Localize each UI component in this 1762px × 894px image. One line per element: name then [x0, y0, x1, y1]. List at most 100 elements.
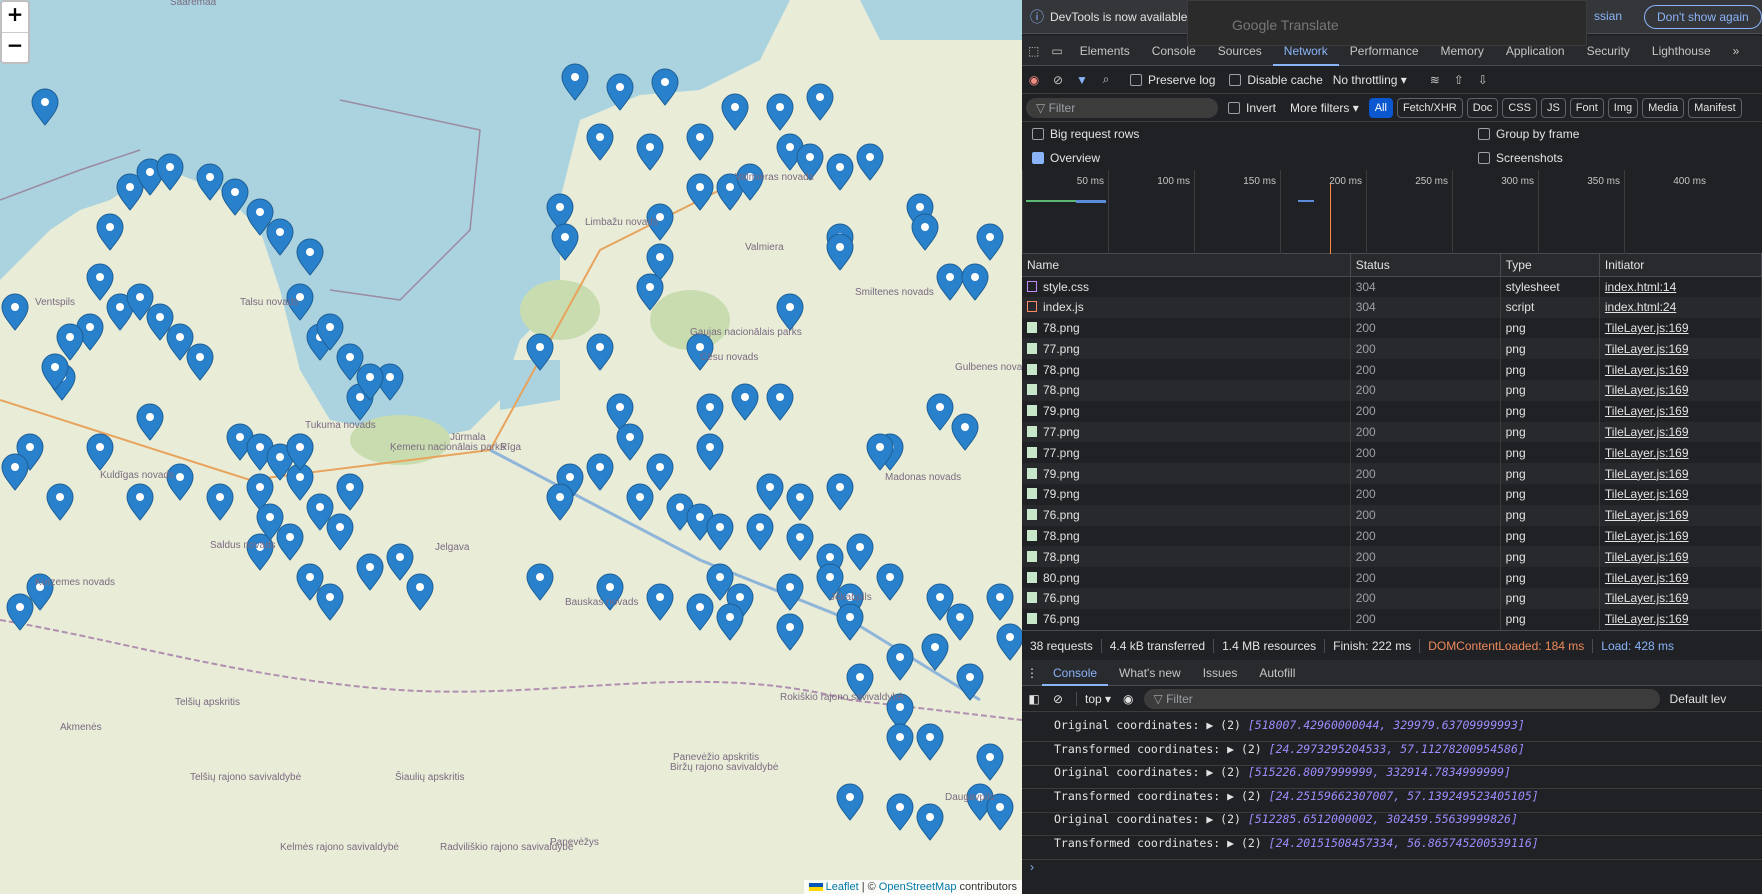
map-marker-icon[interactable] [196, 163, 224, 201]
console-log-entry[interactable]: Transformed coordinates: ▶ (2) [24.25159… [1022, 789, 1762, 813]
map-marker-icon[interactable] [886, 793, 914, 831]
map-marker-icon[interactable] [651, 68, 679, 106]
map-marker-icon[interactable] [786, 523, 814, 561]
request-name[interactable]: 80.png [1022, 567, 1351, 588]
drawer-tab-autofill[interactable]: Autofill [1248, 660, 1306, 686]
map-marker-icon[interactable] [1, 293, 29, 331]
map-marker-icon[interactable] [276, 523, 304, 561]
table-row[interactable]: index.js 304 script index.html:24 [1022, 296, 1762, 318]
map-marker-icon[interactable] [806, 83, 834, 121]
map-marker-icon[interactable] [946, 603, 974, 641]
table-row[interactable]: 76.png 200 png TileLayer.js:169 [1022, 608, 1762, 630]
request-initiator[interactable]: TileLayer.js:169 [1599, 400, 1762, 422]
table-row[interactable]: 79.png 200 png TileLayer.js:169 [1022, 483, 1762, 505]
request-initiator[interactable]: index.html:24 [1599, 296, 1762, 318]
map-marker-icon[interactable] [686, 593, 714, 631]
log-array-value[interactable]: [24.25159662307007, 57.139249523405105] [1269, 789, 1539, 803]
type-filter-css[interactable]: CSS [1502, 97, 1537, 118]
map-marker-icon[interactable] [616, 423, 644, 461]
request-name[interactable]: 76.png [1022, 504, 1351, 526]
more-filters-dropdown[interactable]: More filters ▾ [1290, 101, 1359, 115]
type-filter-manifest[interactable]: Manifest [1688, 97, 1742, 118]
map-marker-icon[interactable] [46, 483, 74, 521]
initiator-link[interactable]: TileLayer.js:169 [1605, 383, 1689, 397]
map-marker-icon[interactable] [986, 583, 1014, 621]
map-marker-icon[interactable] [911, 213, 939, 251]
map-marker-icon[interactable] [936, 263, 964, 301]
map-marker-icon[interactable] [961, 263, 989, 301]
table-row[interactable]: 80.png 200 png TileLayer.js:169 [1022, 567, 1762, 588]
table-row[interactable]: 78.png 200 png TileLayer.js:169 [1022, 525, 1762, 547]
clear-icon[interactable]: ⊘ [1046, 73, 1070, 87]
request-initiator[interactable]: TileLayer.js:169 [1599, 567, 1762, 588]
request-name[interactable]: 78.png [1022, 379, 1351, 401]
table-row[interactable]: 77.png 200 png TileLayer.js:169 [1022, 338, 1762, 360]
map-marker-icon[interactable] [951, 413, 979, 451]
console-log-entry[interactable]: Transformed coordinates: ▶ (2) [24.29732… [1022, 742, 1762, 766]
console-filter-input[interactable]: ▽ Filter [1143, 688, 1660, 709]
table-row[interactable]: 77.png 200 png TileLayer.js:169 [1022, 421, 1762, 443]
map-marker-icon[interactable] [856, 143, 884, 181]
console-log-entry[interactable]: Transformed coordinates: ▶ (2) [24.20151… [1022, 836, 1762, 860]
type-filter-img[interactable]: Img [1607, 97, 1639, 118]
map-marker-icon[interactable] [976, 743, 1004, 781]
map-marker-icon[interactable] [826, 233, 854, 271]
map-marker-icon[interactable] [846, 533, 874, 571]
map-marker-icon[interactable] [186, 343, 214, 381]
map-marker-icon[interactable] [731, 383, 759, 421]
map-marker-icon[interactable] [776, 573, 804, 611]
throttling-select[interactable]: No throttling ▾ [1333, 73, 1407, 87]
request-name[interactable]: 79.png [1022, 483, 1351, 505]
overview-checkbox[interactable]: Overview [1032, 151, 1478, 165]
log-array-value[interactable]: [512285.6512000002, 302459.55639999826] [1248, 812, 1518, 826]
table-row[interactable]: 78.png 200 png TileLayer.js:169 [1022, 379, 1762, 401]
log-levels-dropdown[interactable]: Default lev [1670, 692, 1727, 706]
initiator-link[interactable]: TileLayer.js:169 [1605, 550, 1689, 564]
map-marker-icon[interactable] [316, 583, 344, 621]
map-marker-icon[interactable] [646, 453, 674, 491]
map-marker-icon[interactable] [916, 723, 944, 761]
map-marker-icon[interactable] [586, 123, 614, 161]
map-marker-icon[interactable] [1, 453, 29, 491]
map-marker-icon[interactable] [706, 513, 734, 551]
initiator-link[interactable]: index.html:14 [1605, 280, 1676, 294]
map-marker-icon[interactable] [86, 263, 114, 301]
request-name[interactable]: 78.png [1022, 546, 1351, 568]
map-view[interactable]: Saaremaa Ventspils Talsu novads Kuldīgas no… [0, 0, 1022, 894]
google-translate-popup[interactable]: Google Translate [1187, 0, 1587, 46]
clear-console-icon[interactable]: ⊘ [1046, 692, 1070, 706]
leaflet-link[interactable]: Leaflet [826, 881, 859, 893]
log-array-value[interactable]: [515226.8097999999, 332914.7834999999] [1248, 765, 1511, 779]
table-row[interactable]: 78.png 200 png TileLayer.js:169 [1022, 546, 1762, 568]
map-marker-icon[interactable] [636, 133, 664, 171]
tab-elements[interactable]: Elements [1069, 36, 1141, 66]
more-tabs-icon[interactable]: » [1722, 36, 1751, 66]
map-marker-icon[interactable] [86, 433, 114, 471]
log-array-value[interactable]: [24.20151508457334, 56.865745200539116] [1269, 836, 1539, 850]
request-name[interactable]: 78.png [1022, 525, 1351, 547]
request-name[interactable]: 78.png [1022, 359, 1351, 380]
initiator-link[interactable]: TileLayer.js:169 [1605, 342, 1689, 356]
request-initiator[interactable]: TileLayer.js:169 [1599, 379, 1762, 401]
dont-show-again-button[interactable]: Don't show again [1644, 5, 1762, 29]
table-row[interactable]: 79.png 200 png TileLayer.js:169 [1022, 400, 1762, 422]
request-name[interactable]: 79.png [1022, 463, 1351, 484]
map-marker-icon[interactable] [776, 293, 804, 331]
type-filter-doc[interactable]: Doc [1466, 97, 1499, 118]
initiator-link[interactable]: TileLayer.js:169 [1605, 321, 1689, 335]
table-row[interactable]: 79.png 200 png TileLayer.js:169 [1022, 463, 1762, 484]
table-row[interactable]: 78.png 200 png TileLayer.js:169 [1022, 359, 1762, 380]
request-initiator[interactable]: TileLayer.js:169 [1599, 463, 1762, 484]
map-marker-icon[interactable] [56, 323, 84, 361]
initiator-link[interactable]: TileLayer.js:169 [1605, 508, 1689, 522]
request-name[interactable]: 79.png [1022, 400, 1351, 422]
initiator-link[interactable]: TileLayer.js:169 [1605, 529, 1689, 543]
map-marker-icon[interactable] [826, 153, 854, 191]
column-header-status[interactable]: Status [1350, 254, 1501, 277]
request-name[interactable]: 77.png [1022, 421, 1351, 443]
map-marker-icon[interactable] [976, 223, 1004, 261]
initiator-link[interactable]: TileLayer.js:169 [1605, 425, 1689, 439]
request-initiator[interactable]: TileLayer.js:169 [1599, 608, 1762, 630]
drawer-menu-icon[interactable]: ⋮ [1022, 666, 1042, 680]
console-log-entry[interactable]: Original coordinates: ▶ (2) [512285.6512… [1022, 812, 1762, 836]
